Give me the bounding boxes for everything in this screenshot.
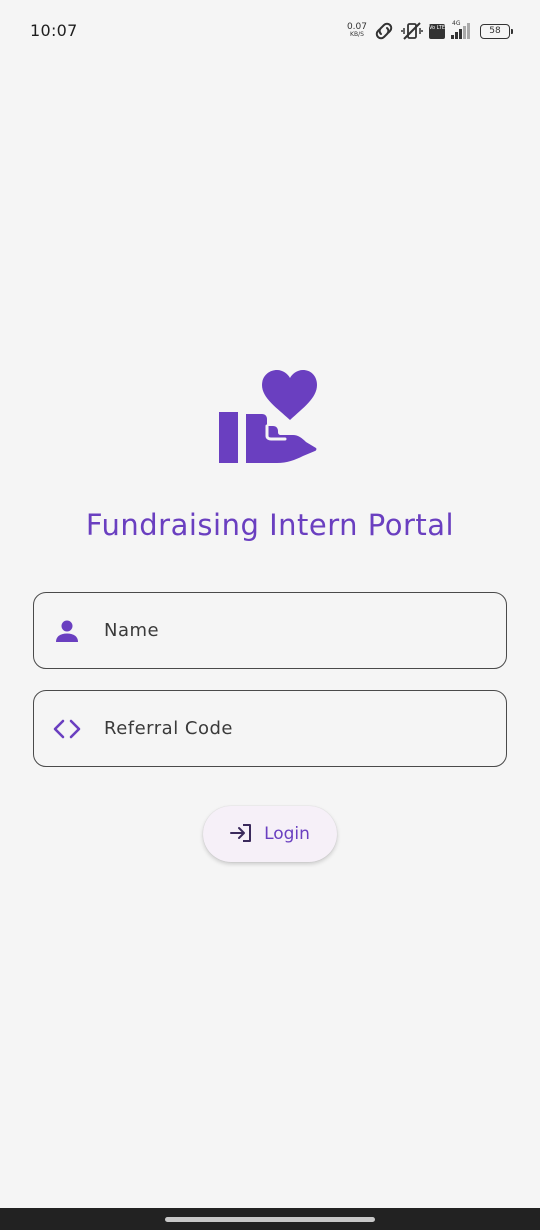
- network-speed: 0.07 KB/S: [347, 23, 367, 39]
- battery-level: 58: [489, 26, 501, 36]
- vibrate-off-icon: [401, 21, 423, 41]
- login-screen: 10:07 0.07 KB/S Vo LTE 4G 58 Fundraising…: [0, 0, 540, 1230]
- home-indicator[interactable]: [165, 1217, 375, 1222]
- signal-strength-icon: 4G: [451, 20, 470, 39]
- login-button[interactable]: Login: [203, 806, 337, 862]
- name-field[interactable]: [33, 592, 507, 669]
- navigation-bar: [0, 1208, 540, 1230]
- network-type: 4G: [452, 20, 461, 27]
- status-time: 10:07: [30, 21, 78, 40]
- hand-heart-icon: [215, 368, 319, 466]
- volte-icon: Vo LTE: [429, 23, 445, 39]
- login-button-label: Login: [264, 824, 310, 844]
- battery-icon: 58: [480, 23, 513, 39]
- status-icons: 0.07 KB/S Vo LTE 4G 58: [347, 18, 513, 44]
- referral-code-input[interactable]: [104, 691, 494, 766]
- network-speed-value: 0.07: [346, 22, 367, 32]
- network-speed-unit: KB/S: [350, 31, 364, 38]
- referral-code-field[interactable]: [33, 690, 507, 767]
- person-icon: [52, 616, 82, 646]
- login-icon: [230, 823, 252, 846]
- status-bar: 10:07 0.07 KB/S Vo LTE 4G 58: [0, 0, 540, 62]
- name-input[interactable]: [104, 593, 494, 668]
- code-icon: [52, 714, 82, 744]
- hotspot-link-icon: [373, 22, 395, 40]
- app-title: Fundraising Intern Portal: [85, 508, 455, 542]
